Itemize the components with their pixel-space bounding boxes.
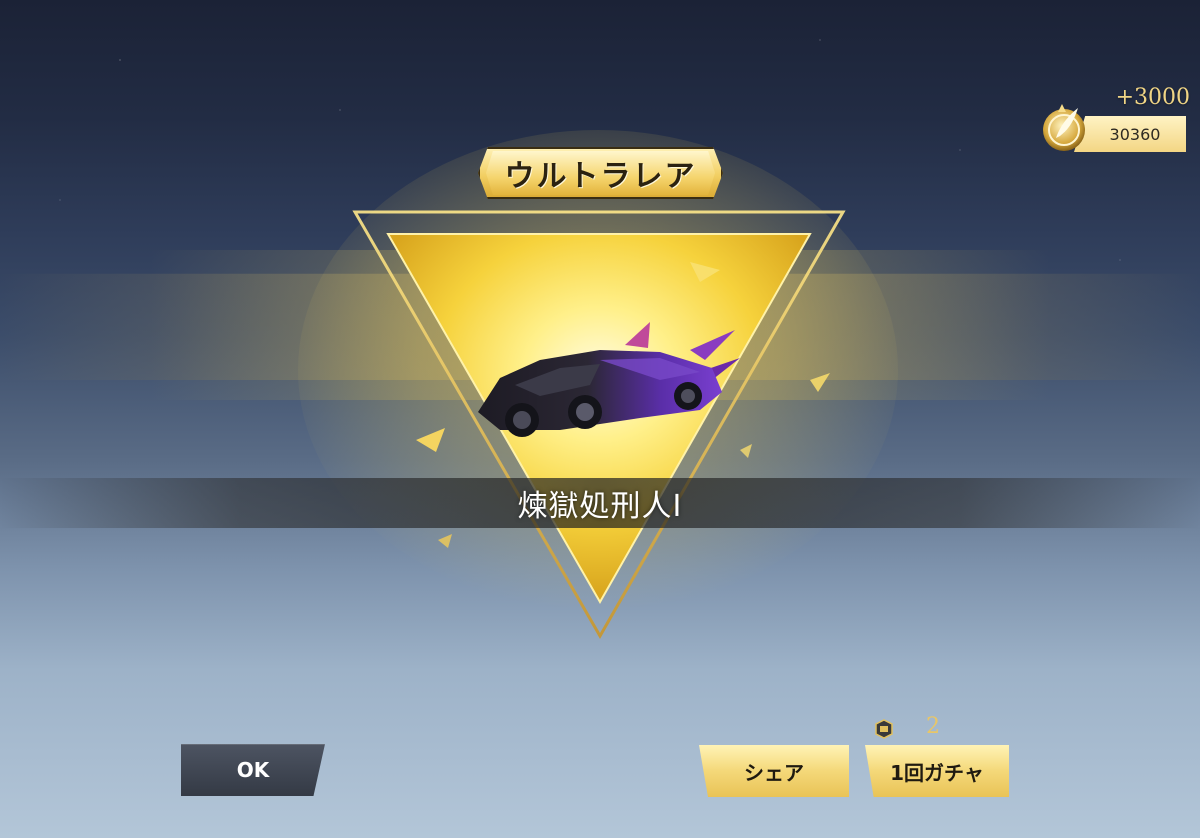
feather-coin-icon <box>1043 104 1085 151</box>
item-name-bar: 煉獄処刑人Ⅰ <box>0 478 1200 528</box>
ok-button[interactable]: OK <box>181 744 325 796</box>
share-button-label: シェア <box>744 760 804 785</box>
share-button[interactable]: シェア <box>699 745 849 797</box>
single-gacha-button[interactable]: 1回ガチャ <box>865 745 1009 797</box>
single-gacha-button-label: 1回ガチャ <box>890 760 984 785</box>
currency-gain: +3000 <box>1115 85 1190 110</box>
rarity-banner: ウルトラレア <box>478 147 723 199</box>
currency-balance: 30360 <box>1109 124 1161 144</box>
rarity-label: ウルトラレア <box>504 159 697 194</box>
gacha-ticket-count: 2 <box>926 714 940 739</box>
gacha-ticket-icon <box>875 719 893 739</box>
reveal-scene <box>298 130 898 640</box>
item-name: 煉獄処刑人Ⅰ <box>517 489 683 524</box>
ok-button-label: OK <box>236 758 270 782</box>
